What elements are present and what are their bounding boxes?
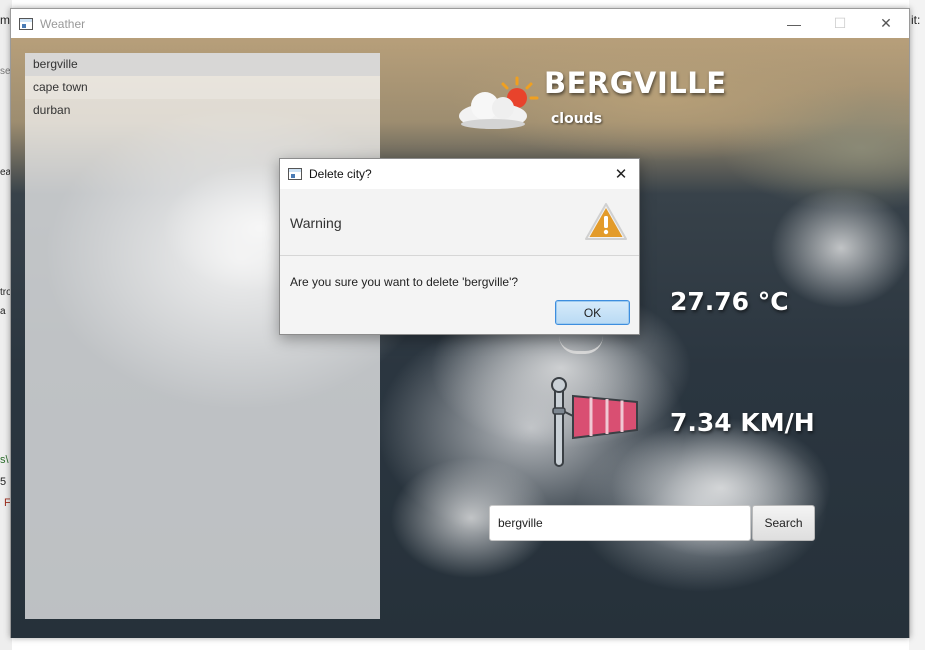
cloud-texture bbox=[771, 188, 909, 308]
app-window-icon bbox=[19, 17, 33, 30]
minimize-button[interactable]: — bbox=[771, 9, 817, 38]
dialog-header: Warning bbox=[280, 189, 639, 256]
dialog-close-button[interactable]: ✕ bbox=[611, 164, 631, 184]
background-text-fragment: s\ bbox=[0, 454, 9, 466]
partly-cloudy-icon bbox=[459, 76, 539, 129]
dialog-message: Are you sure you want to delete 'bergvil… bbox=[290, 275, 519, 289]
background-text-fragment: it: bbox=[911, 13, 921, 27]
background-text-fragment: m bbox=[0, 13, 10, 27]
city-list-item[interactable]: cape town bbox=[25, 76, 380, 99]
window-titlebar[interactable]: Weather — ☐ ✕ bbox=[11, 9, 909, 38]
city-list[interactable]: bergville cape town durban bbox=[25, 53, 380, 619]
ok-button[interactable]: OK bbox=[555, 300, 630, 325]
window-controls: — ☐ ✕ bbox=[771, 9, 909, 38]
city-search-input[interactable] bbox=[489, 505, 751, 541]
city-list-item[interactable]: bergville bbox=[25, 53, 380, 76]
windsock-icon bbox=[551, 377, 638, 467]
maximize-button[interactable]: ☐ bbox=[817, 9, 863, 38]
warning-icon bbox=[585, 203, 627, 240]
city-list-item[interactable]: durban bbox=[25, 99, 380, 122]
background-app-right-edge bbox=[909, 0, 925, 650]
temperature-value: 27.76 °C bbox=[670, 287, 789, 316]
dialog-header-text: Warning bbox=[290, 215, 342, 231]
dialog-window-icon bbox=[288, 168, 302, 180]
wind-speed-value: 7.34 KM/H bbox=[670, 408, 815, 437]
search-button[interactable]: Search bbox=[752, 505, 815, 541]
city-name-heading: BERGVILLE bbox=[544, 66, 727, 100]
window-title: Weather bbox=[40, 16, 86, 31]
delete-city-dialog: Delete city? ✕ Warning Are you sure you … bbox=[279, 158, 640, 335]
background-text-fragment: a bbox=[0, 306, 6, 317]
satellite-background: bergville cape town durban BERGVILLE clo… bbox=[11, 38, 909, 638]
dialog-title: Delete city? bbox=[309, 167, 372, 181]
close-window-button[interactable]: ✕ bbox=[863, 9, 909, 38]
weather-description: clouds bbox=[551, 111, 603, 127]
dialog-titlebar[interactable]: Delete city? ✕ bbox=[280, 159, 639, 189]
